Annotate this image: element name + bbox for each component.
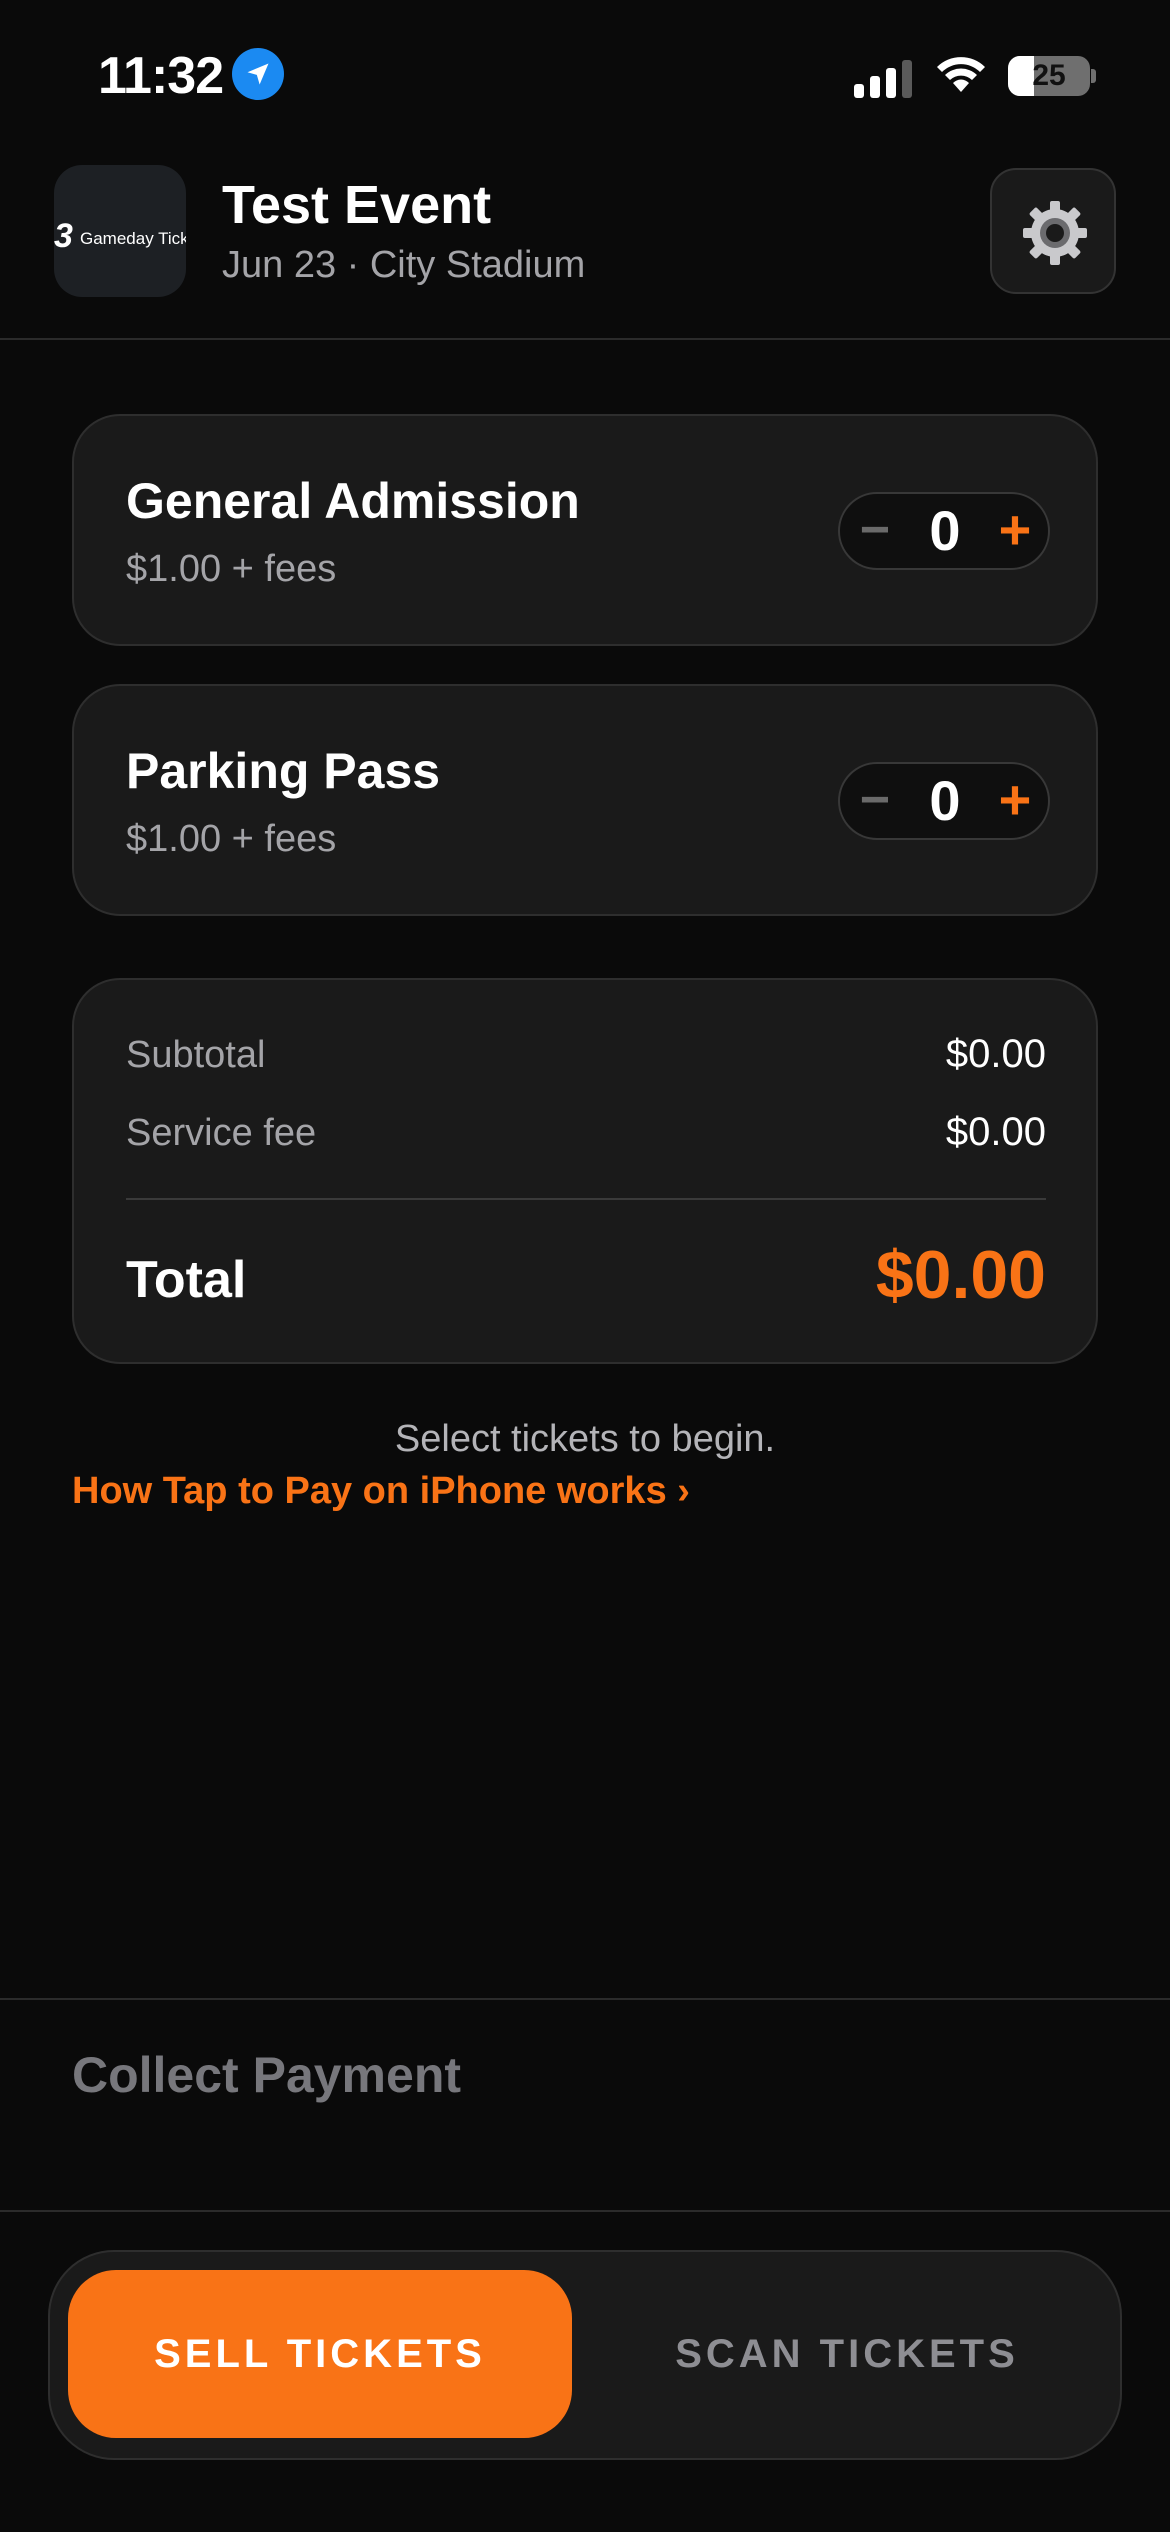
tab-sell-tickets[interactable]: SELL TICKETS [68,2270,572,2438]
location-arrow-icon [232,48,284,100]
ticket-name: Parking Pass [126,743,441,799]
tab-scan-tickets[interactable]: SCAN TICKETS [590,2270,1104,2438]
ticket-card-parking-pass: Parking Pass $1.00 + fees − 0 + [72,684,1098,916]
order-summary-card: Subtotal $0.00 Service fee $0.00 Total $… [72,978,1098,1364]
total-label: Total [126,1251,247,1309]
status-bar: 11:32 25 [0,0,1170,150]
mode-tab-bar: SELL TICKETS SCAN TICKETS [48,2250,1122,2460]
collect-payment-button[interactable]: Collect Payment [72,2046,461,2104]
ticket-price: $1.00 + fees [126,548,337,590]
cellular-signal-icon [854,58,914,98]
quantity-value: 0 [929,499,961,562]
subtotal-label: Subtotal [126,1034,266,1076]
quantity-stepper: − 0 + [838,492,1050,570]
hint-text: Select tickets to begin. [394,1418,776,1460]
battery-nub [1091,69,1096,83]
increment-button[interactable]: + [980,494,1050,568]
ticket-name: General Admission [126,473,580,529]
event-header: 3 Gameday Tick Test Event Jun 23 · City … [0,150,1170,340]
collect-payment-section: Collect Payment [0,1998,1170,2212]
event-subtitle: Jun 23 · City Stadium [222,244,586,286]
status-time: 11:32 [98,47,224,105]
screen: 11:32 25 3 Gameday Tick Test Event Jun 2… [0,0,1170,2532]
quantity-value: 0 [929,769,961,832]
battery-level: 25 [1032,59,1066,92]
subtotal-value: $0.00 [945,1032,1046,1076]
app-logo: 3 Gameday Tick [54,165,186,297]
ticket-price: $1.00 + fees [126,818,337,860]
quantity-stepper: − 0 + [838,762,1050,840]
wifi-icon [934,54,988,99]
decrement-button[interactable]: − [840,494,910,568]
service-fee-value: $0.00 [945,1110,1046,1154]
battery-icon: 25 [1008,56,1090,96]
settings-button[interactable] [990,168,1116,294]
gear-icon [1023,201,1087,265]
ticket-card-general-admission: General Admission $1.00 + fees − 0 + [72,414,1098,646]
event-title: Test Event [222,175,492,235]
total-value: $0.00 [875,1237,1046,1313]
service-fee-label: Service fee [126,1112,317,1154]
decrement-button[interactable]: − [840,764,910,838]
tap-to-pay-help-link[interactable]: How Tap to Pay on iPhone works › [72,1470,690,1513]
summary-divider [126,1198,1046,1200]
increment-button[interactable]: + [980,764,1050,838]
logo-mark-icon: 3 [54,217,73,255]
logo-text: Gameday Tick [80,229,186,248]
